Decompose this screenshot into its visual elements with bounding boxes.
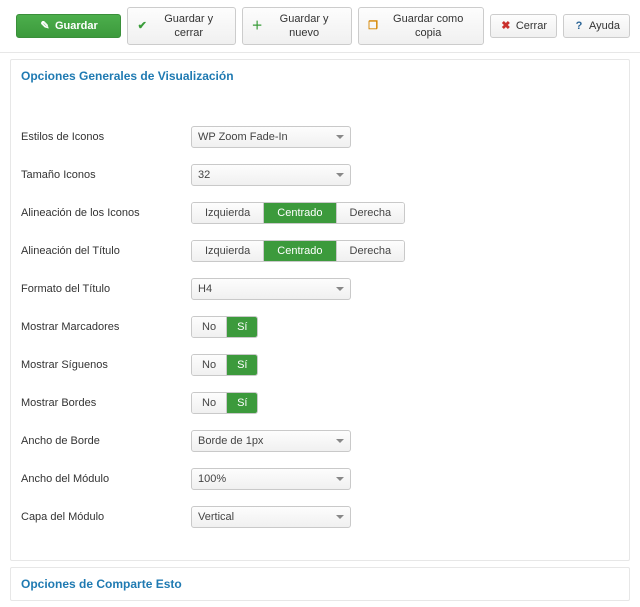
seg-followus: No Sí (191, 354, 258, 376)
close-button[interactable]: ✖ Cerrar (490, 14, 557, 38)
save-copy-label: Guardar como copia (383, 12, 474, 40)
select-module-w[interactable]: 100% (191, 468, 351, 490)
select-title-fmt[interactable]: H4 (191, 278, 351, 300)
title-align-right[interactable]: Derecha (336, 241, 405, 261)
help-button[interactable]: ? Ayuda (563, 14, 630, 38)
close-label: Cerrar (516, 19, 547, 33)
seg-title-align: Izquierda Centrado Derecha (191, 240, 405, 262)
help-icon: ? (573, 19, 585, 33)
borders-no[interactable]: No (192, 393, 226, 413)
select-border-w-value: Borde de 1px (198, 435, 263, 447)
general-options-title: Opciones Generales de Visualización (11, 60, 629, 92)
title-align-center[interactable]: Centrado (263, 241, 335, 261)
check-icon: ✔ (137, 19, 148, 33)
bookmarks-no[interactable]: No (192, 317, 226, 337)
help-label: Ayuda (589, 19, 620, 33)
label-module-w: Ancho del Módulo (21, 473, 191, 485)
row-bookmarks: Mostrar Marcadores No Sí (21, 316, 619, 338)
row-title-fmt: Formato del Título H4 (21, 278, 619, 300)
close-icon: ✖ (500, 19, 512, 33)
label-title-fmt: Formato del Título (21, 283, 191, 295)
row-icon-align: Alineación de los Iconos Izquierda Centr… (21, 202, 619, 224)
select-icon-size[interactable]: 32 (191, 164, 351, 186)
save-icon: ✎ (39, 19, 51, 33)
row-border-w: Ancho de Borde Borde de 1px (21, 430, 619, 452)
seg-bookmarks: No Sí (191, 316, 258, 338)
save-button[interactable]: ✎ Guardar (16, 14, 121, 38)
label-borders: Mostrar Bordes (21, 397, 191, 409)
general-options-panel: Opciones Generales de Visualización Esti… (10, 59, 630, 561)
share-options-title[interactable]: Opciones de Comparte Esto (11, 568, 629, 600)
label-icon-style: Estilos de Iconos (21, 131, 191, 143)
icon-align-left[interactable]: Izquierda (192, 203, 263, 223)
icon-align-right[interactable]: Derecha (336, 203, 405, 223)
select-border-w[interactable]: Borde de 1px (191, 430, 351, 452)
row-module-layer: Capa del Módulo Vertical (21, 506, 619, 528)
select-module-layer[interactable]: Vertical (191, 506, 351, 528)
label-icon-size: Tamaño Iconos (21, 169, 191, 181)
bookmarks-yes[interactable]: Sí (226, 317, 257, 337)
save-new-label: Guardar y nuevo (267, 12, 342, 40)
save-close-button[interactable]: ✔ Guardar y cerrar (127, 7, 236, 45)
select-icon-size-value: 32 (198, 169, 210, 181)
row-followus: Mostrar Síguenos No Sí (21, 354, 619, 376)
select-icon-style[interactable]: WP Zoom Fade-In (191, 126, 351, 148)
save-copy-button[interactable]: ❐ Guardar como copia (358, 7, 484, 45)
select-title-fmt-value: H4 (198, 283, 212, 295)
select-icon-style-value: WP Zoom Fade-In (198, 131, 288, 143)
borders-yes[interactable]: Sí (226, 393, 257, 413)
followus-no[interactable]: No (192, 355, 226, 375)
row-module-w: Ancho del Módulo 100% (21, 468, 619, 490)
seg-borders: No Sí (191, 392, 258, 414)
seg-icon-align: Izquierda Centrado Derecha (191, 202, 405, 224)
row-title-align: Alineación del Título Izquierda Centrado… (21, 240, 619, 262)
label-bookmarks: Mostrar Marcadores (21, 321, 191, 333)
followus-yes[interactable]: Sí (226, 355, 257, 375)
save-label: Guardar (55, 19, 98, 33)
row-icon-style: Estilos de Iconos WP Zoom Fade-In (21, 126, 619, 148)
label-title-align: Alineación del Título (21, 245, 191, 257)
select-module-w-value: 100% (198, 473, 226, 485)
save-close-label: Guardar y cerrar (152, 12, 226, 40)
label-followus: Mostrar Síguenos (21, 359, 191, 371)
save-new-button[interactable]: ＋ Guardar y nuevo (242, 7, 352, 45)
toolbar: ✎ Guardar ✔ Guardar y cerrar ＋ Guardar y… (0, 0, 640, 53)
row-borders: Mostrar Bordes No Sí (21, 392, 619, 414)
select-module-layer-value: Vertical (198, 511, 234, 523)
title-align-left[interactable]: Izquierda (192, 241, 263, 261)
label-border-w: Ancho de Borde (21, 435, 191, 447)
plus-icon: ＋ (252, 19, 263, 33)
row-icon-size: Tamaño Iconos 32 (21, 164, 619, 186)
label-icon-align: Alineación de los Iconos (21, 207, 191, 219)
icon-align-center[interactable]: Centrado (263, 203, 335, 223)
general-options-body: Estilos de Iconos WP Zoom Fade-In Tamaño… (11, 92, 629, 560)
label-module-layer: Capa del Módulo (21, 511, 191, 523)
share-options-panel: Opciones de Comparte Esto (10, 567, 630, 601)
copy-icon: ❐ (368, 19, 379, 33)
